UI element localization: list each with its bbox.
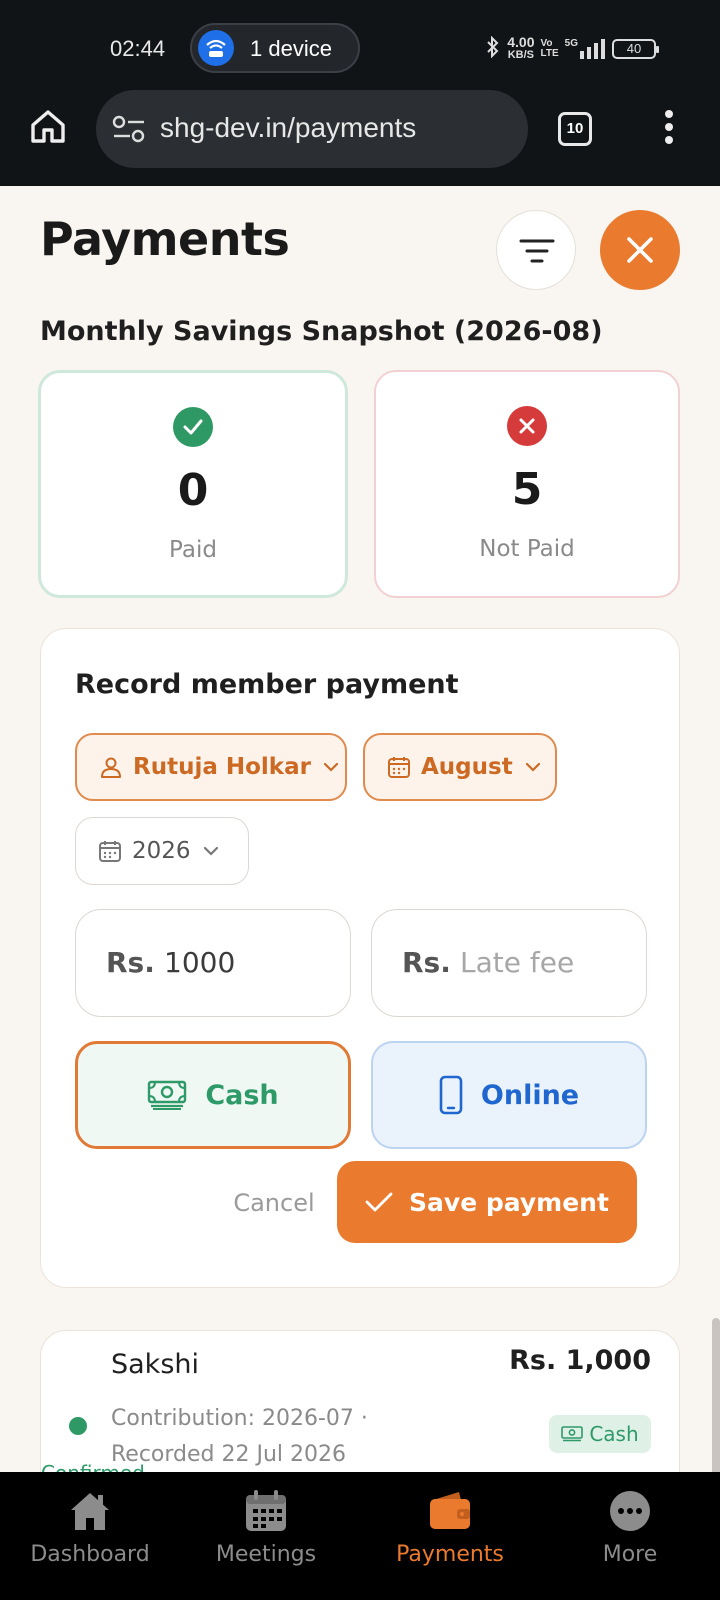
not-paid-label: Not Paid (479, 536, 575, 562)
cash-method-button[interactable]: Cash (75, 1041, 351, 1149)
browser-chrome: 02:44 1 device 4.00 KB/S Vo LTE 5G 40 sh… (0, 0, 720, 186)
cash-method-label: Cash (205, 1079, 279, 1111)
month-select-value: August (421, 754, 513, 780)
wallet-icon (427, 1488, 473, 1534)
online-method-label: Online (480, 1079, 580, 1111)
network-speed: 4.00 KB/S (507, 34, 535, 61)
menu-dot-icon (665, 110, 673, 118)
chevron-down-icon (323, 762, 339, 772)
chevron-down-icon (525, 762, 541, 772)
check-circle-icon (173, 407, 213, 447)
snapshot-title: Monthly Savings Snapshot (2026-08) (40, 316, 603, 347)
paid-stat-card[interactable]: 0 Paid (38, 370, 348, 598)
nav-more[interactable]: More (540, 1472, 720, 1600)
cash-icon (147, 1079, 187, 1111)
calendar-icon (98, 839, 122, 863)
amount-value[interactable]: 1000 (164, 946, 235, 979)
user-icon (99, 755, 123, 779)
nav-payments[interactable]: Payments (360, 1472, 540, 1600)
nav-payments-label: Payments (396, 1542, 504, 1567)
hotspot-icon (198, 30, 234, 66)
amount-prefix: Rs. (106, 946, 155, 979)
calendar-icon (387, 755, 411, 779)
status-bar: 02:44 1 device 4.00 KB/S Vo LTE 5G 40 (0, 20, 720, 76)
filter-button[interactable] (496, 210, 576, 290)
chevron-down-icon (203, 846, 219, 856)
cash-icon (561, 1426, 584, 1442)
scrollbar[interactable] (712, 1318, 720, 1478)
signal-icon: 5G (565, 39, 606, 59)
status-dot (69, 1417, 87, 1435)
nav-more-label: More (602, 1542, 658, 1567)
page-title: Payments (40, 212, 290, 266)
calendar-icon (243, 1488, 289, 1534)
paid-count: 0 (177, 465, 209, 516)
url-text[interactable]: shg-dev.in/payments (160, 112, 416, 144)
member-select-value: Rutuja Holkar (133, 754, 311, 780)
paid-label: Paid (169, 537, 217, 563)
tab-switcher-button[interactable]: 10 (558, 112, 592, 146)
hotspot-chip[interactable]: 1 device (190, 23, 360, 73)
member-select[interactable]: Rutuja Holkar (75, 733, 347, 801)
year-select[interactable]: 2026 (75, 817, 249, 885)
payment-method-badge: Cash (549, 1415, 651, 1453)
payment-amount: Rs. 1,000 (509, 1345, 651, 1376)
late-fee-placeholder[interactable]: Late fee (460, 946, 574, 979)
bottom-nav: Dashboard Meetings Payments More (0, 1472, 720, 1600)
save-payment-button[interactable]: Save payment (337, 1161, 637, 1243)
nav-dashboard[interactable]: Dashboard (0, 1472, 180, 1600)
filter-icon (519, 239, 555, 263)
not-paid-count: 5 (511, 464, 543, 515)
amount-input[interactable]: Rs. 1000 (75, 909, 351, 1017)
browser-menu-button[interactable] (660, 110, 678, 150)
save-payment-label: Save payment (409, 1187, 609, 1217)
bluetooth-icon (485, 35, 501, 62)
home-icon (67, 1488, 113, 1534)
volte-indicator: Vo LTE (540, 38, 559, 59)
address-bar[interactable]: shg-dev.in/payments (96, 90, 528, 168)
home-icon (31, 110, 65, 143)
more-icon (607, 1488, 653, 1534)
nav-dashboard-label: Dashboard (30, 1542, 150, 1567)
late-fee-prefix: Rs. (402, 946, 451, 979)
phone-icon (439, 1075, 463, 1115)
hotspot-label: 1 device (250, 36, 332, 61)
cancel-button[interactable]: Cancel (215, 1173, 333, 1233)
payment-member-name: Sakshi (111, 1349, 200, 1380)
nav-meetings-label: Meetings (215, 1542, 317, 1567)
year-select-value: 2026 (132, 838, 191, 864)
late-fee-input[interactable]: Rs. Late fee (371, 909, 647, 1017)
record-payment-title: Record member payment (75, 669, 459, 700)
online-method-button[interactable]: Online (371, 1041, 647, 1149)
close-form-button[interactable] (600, 210, 680, 290)
site-settings-icon[interactable] (112, 114, 146, 148)
home-button[interactable] (28, 106, 68, 146)
battery-icon: 40 (612, 39, 659, 59)
status-time: 02:44 (110, 36, 166, 61)
system-icons: 4.00 KB/S Vo LTE 5G 40 (485, 34, 659, 64)
check-icon (365, 1191, 393, 1213)
x-circle-icon (507, 406, 547, 446)
record-payment-card: Record member payment Rutuja Holkar Augu… (40, 628, 680, 1288)
close-icon (627, 237, 653, 263)
month-select[interactable]: August (363, 733, 557, 801)
not-paid-stat-card[interactable]: 5 Not Paid (374, 370, 680, 598)
nav-meetings[interactable]: Meetings (176, 1472, 356, 1600)
